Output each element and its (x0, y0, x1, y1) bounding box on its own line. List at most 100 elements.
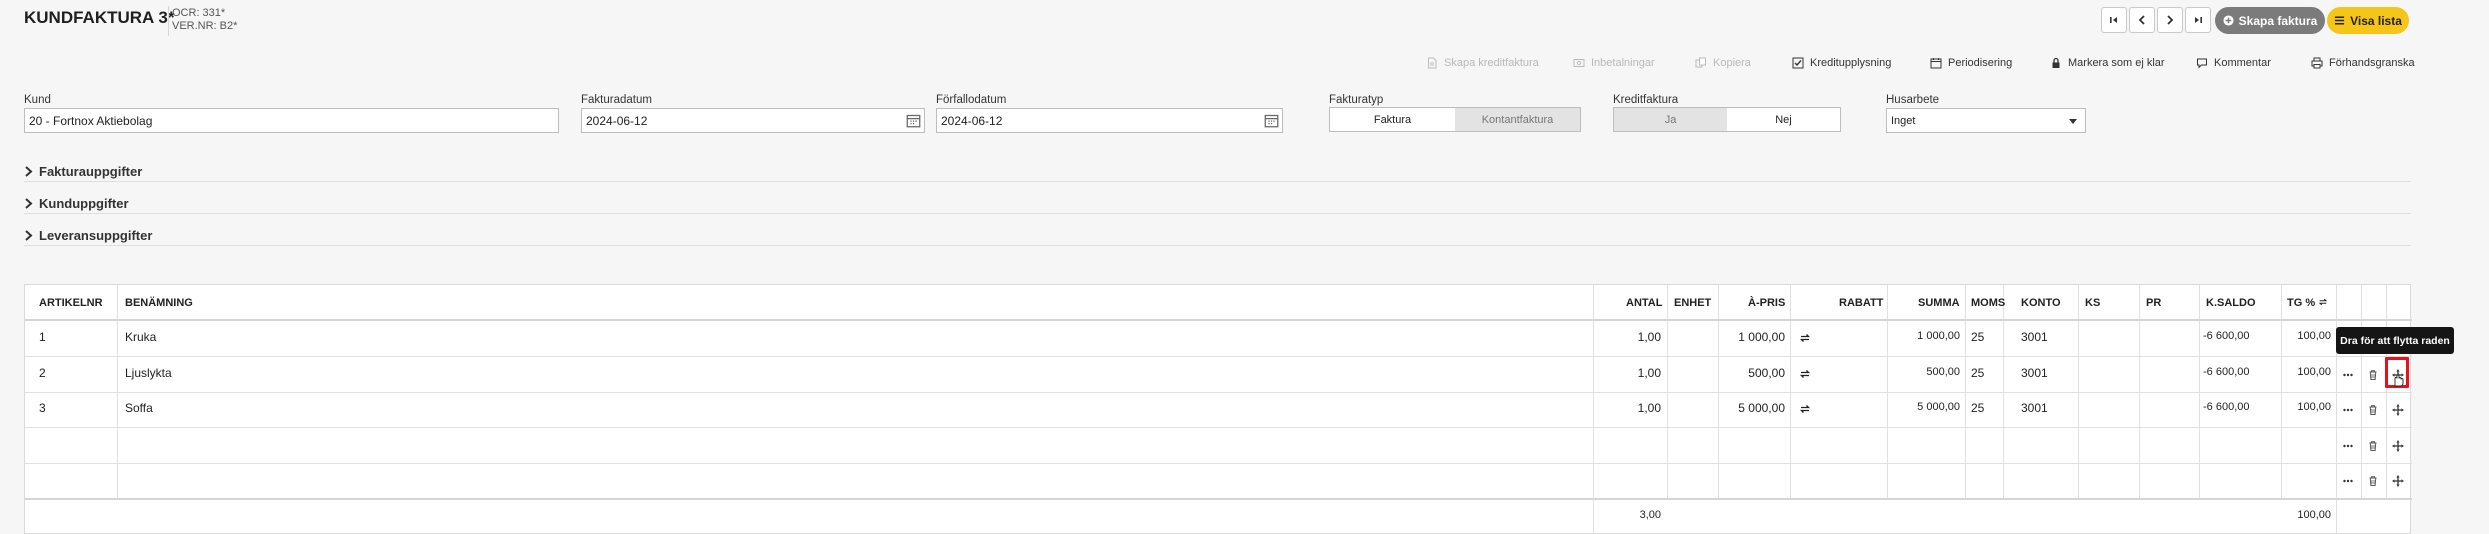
col-pr[interactable]: PR (2146, 297, 2161, 309)
cycle-icon[interactable] (1799, 368, 1811, 380)
chevron-right-icon (25, 165, 33, 177)
ocr-label: OCR: 331* (172, 7, 226, 19)
section-fakturauppgifter[interactable]: Fakturauppgifter (24, 162, 142, 180)
invoice-type-toggle[interactable]: Faktura Kontantfaktura (1329, 107, 1581, 132)
col-konto[interactable]: KONTO (2021, 297, 2061, 309)
preview-label: Förhandsgranska (2329, 57, 2415, 69)
row-antal[interactable]: 1,00 (1593, 366, 1661, 380)
row-konto[interactable]: 3001 (2021, 366, 2048, 380)
col-ksaldo[interactable]: K.SALDO (2206, 297, 2256, 309)
credit-invoice-label: Kreditfaktura (1613, 94, 1679, 106)
total-tg: 100,00 (2297, 509, 2331, 521)
row-apris[interactable]: 5 000,00 (1718, 401, 1785, 415)
household-select[interactable]: Inget (1886, 108, 2086, 133)
more-icon[interactable] (2342, 440, 2354, 452)
comment-button[interactable]: Kommentar (2196, 55, 2271, 71)
cycle-icon[interactable] (1799, 332, 1811, 344)
invoice-rows-table: ARTIKELNR BENÄMNING ANTAL ENHET À-PRIS R… (24, 284, 2412, 534)
credit-check-button[interactable]: Kreditupplysning (1792, 55, 1891, 71)
row-summa: 1 000,00 (1917, 330, 1960, 342)
col-rabatt[interactable]: RABATT (1839, 297, 1883, 309)
mark-unready-button[interactable]: Markera som ej klar (2050, 55, 2165, 71)
col-moms[interactable]: MOMS (1971, 297, 2005, 309)
row-ksaldo: -6 600,00 (2203, 401, 2250, 413)
col-artikelnr[interactable]: ARTIKELNR (39, 297, 103, 309)
trash-icon[interactable] (2367, 369, 2379, 381)
calendar-icon[interactable] (1264, 113, 1279, 128)
payment-icon (1573, 59, 1585, 67)
col-benamning[interactable]: BENÄMNING (125, 297, 193, 309)
trash-icon[interactable] (2367, 475, 2379, 487)
preview-button[interactable]: Förhandsgranska (2311, 55, 2415, 71)
prev-button[interactable] (2129, 7, 2155, 33)
row-antal[interactable]: 1,00 (1593, 401, 1661, 415)
due-date-field[interactable]: 2024-06-12 (936, 108, 1283, 133)
more-icon[interactable] (2342, 475, 2354, 487)
show-list-button[interactable]: Visa lista (2327, 7, 2409, 34)
section-label: Leveransuppgifter (39, 227, 153, 243)
row-apris[interactable]: 1 000,00 (1718, 330, 1785, 344)
row-artikelnr[interactable]: 3 (39, 401, 46, 415)
trash-icon[interactable] (2367, 440, 2379, 452)
lock-icon (2052, 57, 2060, 68)
col-antal[interactable]: ANTAL (1626, 297, 1662, 309)
row-konto[interactable]: 3001 (2021, 401, 2048, 415)
create-credit-button[interactable]: Skapa kreditfaktura (1426, 55, 1539, 71)
mark-unready-label: Markera som ej klar (2068, 57, 2165, 69)
first-button[interactable] (2101, 7, 2127, 33)
invoice-type-faktura[interactable]: Faktura (1330, 108, 1455, 131)
last-page-icon (2195, 17, 2202, 23)
checkbox-icon (1792, 57, 1804, 69)
row-benamning[interactable]: Kruka (125, 330, 156, 344)
section-leveransuppgifter[interactable]: Leveransuppgifter (24, 226, 152, 244)
cycle-icon[interactable] (1799, 403, 1811, 415)
create-invoice-label: Skapa faktura (2238, 13, 2318, 28)
invoice-type-kontant[interactable]: Kontantfaktura (1455, 108, 1580, 131)
more-icon[interactable] (2342, 404, 2354, 416)
section-kunduppgifter[interactable]: Kunduppgifter (24, 194, 129, 212)
row-artikelnr[interactable]: 1 (39, 330, 46, 344)
customer-field[interactable]: 20 - Fortnox Aktiebolag (24, 108, 559, 133)
invoice-date-field[interactable]: 2024-06-12 (581, 108, 925, 133)
comment-icon (2197, 58, 2207, 69)
col-apris[interactable]: À-PRIS (1748, 297, 1785, 309)
col-ks[interactable]: KS (2085, 297, 2100, 309)
create-credit-label: Skapa kreditfaktura (1444, 57, 1539, 69)
credit-invoice-yes[interactable]: Ja (1614, 108, 1727, 131)
row-moms[interactable]: 25 (1971, 366, 1984, 380)
col-tg[interactable]: TG % (2287, 297, 2328, 309)
trash-icon[interactable] (2367, 404, 2379, 416)
section-label: Fakturauppgifter (39, 163, 143, 179)
row-benamning[interactable]: Ljuslykta (125, 366, 172, 380)
household-label: Husarbete (1886, 94, 1940, 106)
row-ksaldo: -6 600,00 (2203, 366, 2250, 378)
copy-icon (1695, 57, 1706, 68)
col-summa[interactable]: SUMMA (1918, 297, 1960, 309)
credit-invoice-no[interactable]: Nej (1727, 108, 1840, 131)
chevron-right-icon (2167, 15, 2174, 25)
calendar-icon[interactable] (906, 113, 921, 128)
move-icon[interactable] (2392, 475, 2404, 487)
plus-icon (2223, 15, 2234, 26)
next-button[interactable] (2157, 7, 2183, 33)
row-artikelnr[interactable]: 2 (39, 366, 46, 380)
row-moms[interactable]: 25 (1971, 330, 1984, 344)
copy-button[interactable]: Kopiera (1695, 55, 1751, 71)
accrual-button[interactable]: Periodisering (1930, 55, 2012, 71)
row-apris[interactable]: 500,00 (1718, 366, 1785, 380)
row-benamning[interactable]: Soffa (125, 401, 153, 415)
row-moms[interactable]: 25 (1971, 401, 1984, 415)
drag-tooltip: Dra för att flytta raden (2336, 327, 2454, 354)
cycle-icon[interactable] (2318, 297, 2328, 307)
last-button[interactable] (2185, 7, 2211, 33)
payments-button[interactable]: Inbetalningar (1573, 55, 1655, 71)
move-icon[interactable] (2392, 404, 2404, 416)
move-icon[interactable] (2392, 440, 2404, 452)
row-konto[interactable]: 3001 (2021, 330, 2048, 344)
row-antal[interactable]: 1,00 (1593, 330, 1661, 344)
create-invoice-button[interactable]: Skapa faktura (2215, 7, 2325, 34)
col-enhet[interactable]: ENHET (1674, 297, 1711, 309)
credit-invoice-toggle[interactable]: Ja Nej (1613, 107, 1841, 132)
divider (24, 245, 2411, 246)
more-icon[interactable] (2342, 369, 2354, 381)
